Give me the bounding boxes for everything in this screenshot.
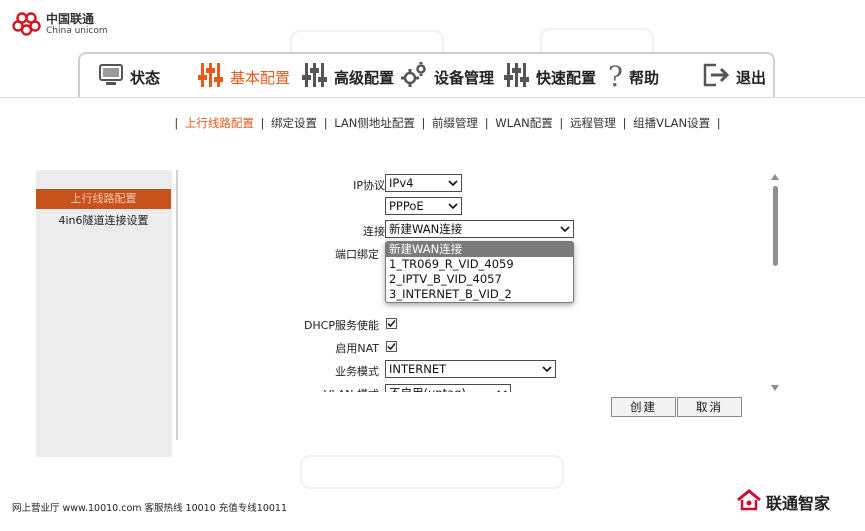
subnav-wlan-config[interactable]: WLAN配置 bbox=[495, 116, 553, 130]
nat-label: 启用NAT bbox=[335, 342, 379, 355]
logo-text-cn: 中国联通 bbox=[46, 11, 95, 26]
service-mode-value: INTERNET bbox=[389, 362, 447, 376]
nav-logout[interactable]: 退出 bbox=[702, 62, 766, 92]
subnav-uplink-config[interactable]: 上行线路配置 bbox=[185, 116, 254, 130]
chevron-down-icon bbox=[542, 366, 552, 373]
checkmark-icon bbox=[387, 319, 396, 328]
nav-quick-config[interactable]: 快速配置 bbox=[504, 62, 596, 92]
house-icon bbox=[736, 489, 762, 515]
cancel-button[interactable]: 取消 bbox=[677, 397, 742, 417]
dropdown-option[interactable]: 2_IPTV_B_VID_4057 bbox=[386, 272, 573, 287]
create-button[interactable]: 创建 bbox=[611, 397, 676, 417]
dropdown-option[interactable]: 新建WAN连接 bbox=[386, 242, 573, 257]
checkmark-icon bbox=[387, 342, 396, 351]
sliders-icon bbox=[198, 61, 224, 93]
service-mode-select[interactable]: INTERNET bbox=[385, 360, 556, 378]
brand-name: 联通智家 bbox=[766, 494, 831, 513]
logo-text-en: China unicom bbox=[46, 25, 108, 36]
sliders-icon bbox=[302, 61, 328, 93]
subnav-multicast-vlan[interactable]: 组播VLAN设置 bbox=[633, 116, 710, 130]
panel-divider bbox=[176, 170, 178, 440]
scroll-clip bbox=[180, 392, 600, 402]
nav-label: 退出 bbox=[736, 68, 767, 87]
scroll-down-arrow-icon[interactable] bbox=[771, 385, 779, 391]
logout-icon bbox=[702, 62, 730, 92]
subnav-binding-settings[interactable]: 绑定设置 bbox=[271, 116, 317, 130]
sliders-icon bbox=[504, 61, 530, 93]
chevron-down-icon bbox=[448, 203, 458, 210]
service-mode-label: 业务模式 bbox=[335, 365, 379, 378]
header-divider bbox=[0, 97, 865, 98]
gear-icon bbox=[400, 61, 428, 93]
chevron-down-icon bbox=[560, 226, 570, 233]
brand-logo: 联通智家 bbox=[736, 489, 830, 515]
footer-contact-text: 网上营业厅 www.10010.com 客服热线 10010 充值专线10011 bbox=[12, 503, 288, 514]
connection-name-select[interactable]: 新建WAN连接 bbox=[385, 220, 574, 238]
nav-label: 高级配置 bbox=[334, 68, 395, 87]
dhcp-label: DHCP服务使能 bbox=[303, 319, 379, 332]
ip-version-value: IPv4 bbox=[389, 176, 414, 190]
dropdown-option[interactable]: 1_TR069_R_VID_4059 bbox=[386, 257, 573, 272]
port-binding-label: 端口绑定 bbox=[335, 248, 379, 261]
nat-checkbox[interactable] bbox=[386, 341, 397, 352]
mode-select[interactable]: PPPoE bbox=[385, 197, 462, 215]
nav-label: 帮助 bbox=[629, 68, 660, 87]
main-navbar: 状态 基本配置 高级配置 设备管理 快速配置 ? 帮助 退出 bbox=[78, 52, 775, 98]
dropdown-option[interactable]: 3_INTERNET_B_VID_2 bbox=[386, 287, 573, 302]
scroll-up-arrow-icon[interactable] bbox=[771, 174, 779, 180]
subnav-lan-address-config[interactable]: LAN侧地址配置 bbox=[334, 116, 415, 130]
sub-navigation: | 上行线路配置 | 绑定设置 | LAN侧地址配置 | 前缀管理 | WLAN… bbox=[174, 116, 721, 130]
dhcp-checkbox[interactable] bbox=[386, 318, 397, 329]
nav-label: 快速配置 bbox=[536, 68, 597, 87]
nav-device-management[interactable]: 设备管理 bbox=[400, 62, 494, 92]
mode-value: PPPoE bbox=[389, 199, 424, 213]
nav-status[interactable]: 状态 bbox=[98, 62, 160, 92]
chevron-down-icon bbox=[448, 180, 458, 187]
subnav-prefix-management[interactable]: 前缀管理 bbox=[432, 116, 478, 130]
connection-name-dropdown: 新建WAN连接 1_TR069_R_VID_4059 2_IPTV_B_VID_… bbox=[385, 241, 574, 303]
nav-label: 状态 bbox=[130, 68, 161, 87]
sidebar: 上行线路配置 4in6隧道连接设置 bbox=[36, 170, 172, 457]
question-icon: ? bbox=[608, 60, 624, 93]
nav-label: 设备管理 bbox=[434, 68, 495, 87]
monitor-icon bbox=[98, 63, 124, 91]
unicom-knot-icon bbox=[12, 11, 46, 37]
nav-label: 基本配置 bbox=[230, 68, 291, 87]
sidebar-item-uplink-config[interactable]: 上行线路配置 bbox=[36, 189, 171, 209]
ip-version-select[interactable]: IPv4 bbox=[385, 174, 462, 192]
background-decoration bbox=[300, 455, 564, 489]
sidebar-item-4in6-tunnel[interactable]: 4in6隧道连接设置 bbox=[36, 211, 171, 231]
scrollbar-thumb[interactable] bbox=[773, 186, 778, 266]
nav-advanced-config[interactable]: 高级配置 bbox=[302, 62, 394, 92]
nav-basic-config[interactable]: 基本配置 bbox=[198, 62, 290, 92]
connection-name-value: 新建WAN连接 bbox=[389, 222, 463, 236]
nav-help[interactable]: ? 帮助 bbox=[608, 62, 659, 92]
subnav-remote-management[interactable]: 远程管理 bbox=[570, 116, 616, 130]
china-unicom-logo: 中国联通 China unicom bbox=[12, 11, 108, 37]
